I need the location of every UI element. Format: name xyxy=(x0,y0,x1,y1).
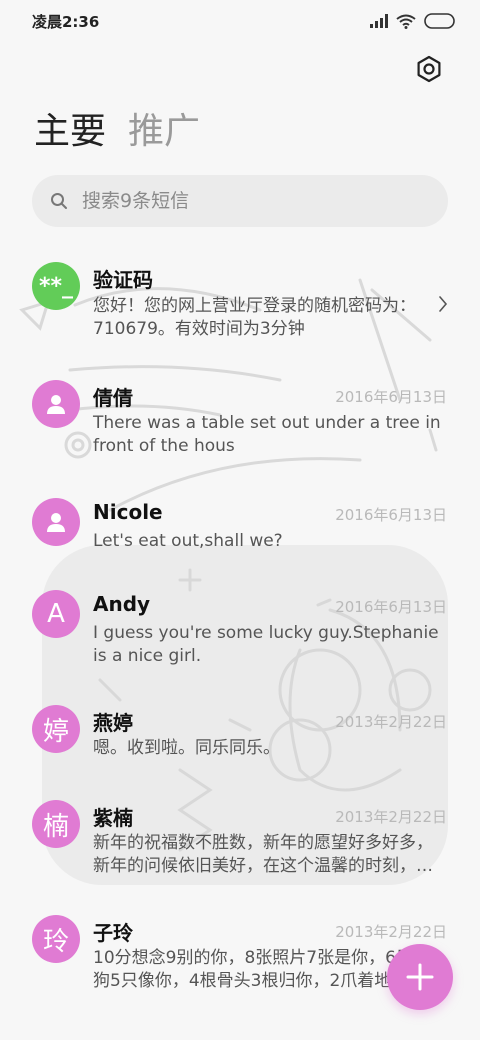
battery-icon xyxy=(424,13,455,29)
tab-bar: 主要 推广 xyxy=(34,108,200,156)
wifi-icon xyxy=(396,14,416,29)
search-input[interactable] xyxy=(80,189,404,213)
message-preview: Let's eat out,shall we? xyxy=(93,531,283,551)
avatar-text: 玲 xyxy=(42,926,69,957)
tab-main[interactable]: 主要 xyxy=(34,108,106,156)
avatar-text: 婷 xyxy=(42,716,69,747)
sender-name: 燕婷 xyxy=(93,711,133,735)
compose-button[interactable] xyxy=(387,944,453,1010)
message-preview: 新年的祝福数不胜数，新年的愿望好多好多，新年的问候依旧美好，在这个温馨的时刻，… xyxy=(93,833,433,876)
message-date: 2016年6月13日 xyxy=(335,506,447,524)
avatar: 玲 xyxy=(32,915,80,963)
sender-name: 紫楠 xyxy=(93,806,133,830)
list-item[interactable]: A Andy 2016年6月13日 I guess you're some lu… xyxy=(0,580,480,690)
chevron-right-icon[interactable] xyxy=(438,296,448,312)
status-time: 凌晨2:36 xyxy=(32,13,100,31)
avatar-text: 楠 xyxy=(42,811,69,842)
avatar: A xyxy=(32,590,80,638)
plus-icon xyxy=(406,963,434,991)
avatar: **_ xyxy=(32,262,80,310)
message-preview: There was a table set out under a tree i… xyxy=(93,413,441,456)
signal-icon xyxy=(370,14,388,28)
message-preview: 您好！您的网上营业厅登录的随机密码为：710679。有效时间为3分钟 xyxy=(93,296,416,339)
message-preview: I guess you're some lucky guy.Stephanie … xyxy=(93,623,439,666)
person-icon xyxy=(47,513,65,532)
search-icon xyxy=(51,193,67,209)
list-item[interactable]: 楠 紫楠 2013年2月22日 新年的祝福数不胜数，新年的愿望好多好多，新年的问… xyxy=(0,790,480,900)
sender-name: 子玲 xyxy=(93,921,133,945)
gear-icon[interactable] xyxy=(414,54,444,84)
list-item[interactable]: 婷 燕婷 2013年2月22日 嗯。收到啦。同乐同乐。 xyxy=(0,695,480,785)
sender-name: Nicole xyxy=(93,500,163,524)
avatar-text: **_ xyxy=(38,273,73,299)
status-bar: 凌晨2:36 xyxy=(0,0,480,40)
avatar xyxy=(32,498,80,546)
search-bar[interactable] xyxy=(32,175,448,227)
avatar xyxy=(32,380,80,428)
avatar: 婷 xyxy=(32,705,80,753)
tab-promotions[interactable]: 推广 xyxy=(128,108,200,156)
message-preview: 嗯。收到啦。同乐同乐。 xyxy=(93,738,280,758)
message-date: 2013年2月22日 xyxy=(335,808,447,826)
person-icon xyxy=(47,395,65,414)
list-item[interactable]: 倩倩 2016年6月13日 There was a table set out … xyxy=(0,368,480,478)
sender-name: 验证码 xyxy=(93,268,153,292)
sender-name: 倩倩 xyxy=(93,386,133,410)
message-date: 2016年6月13日 xyxy=(335,598,447,616)
message-date: 2013年2月22日 xyxy=(335,923,447,941)
sender-name: Andy xyxy=(93,592,151,616)
status-icons xyxy=(370,12,456,30)
message-date: 2013年2月22日 xyxy=(335,713,447,731)
avatar-text: A xyxy=(47,599,65,629)
message-date: 2016年6月13日 xyxy=(335,388,447,406)
avatar: 楠 xyxy=(32,800,80,848)
list-item[interactable]: **_ 验证码 您好！您的网上营业厅登录的随机密码为：710679。有效时间为3… xyxy=(0,250,480,360)
list-item[interactable]: Nicole 2016年6月13日 Let's eat out,shall we… xyxy=(0,486,480,576)
